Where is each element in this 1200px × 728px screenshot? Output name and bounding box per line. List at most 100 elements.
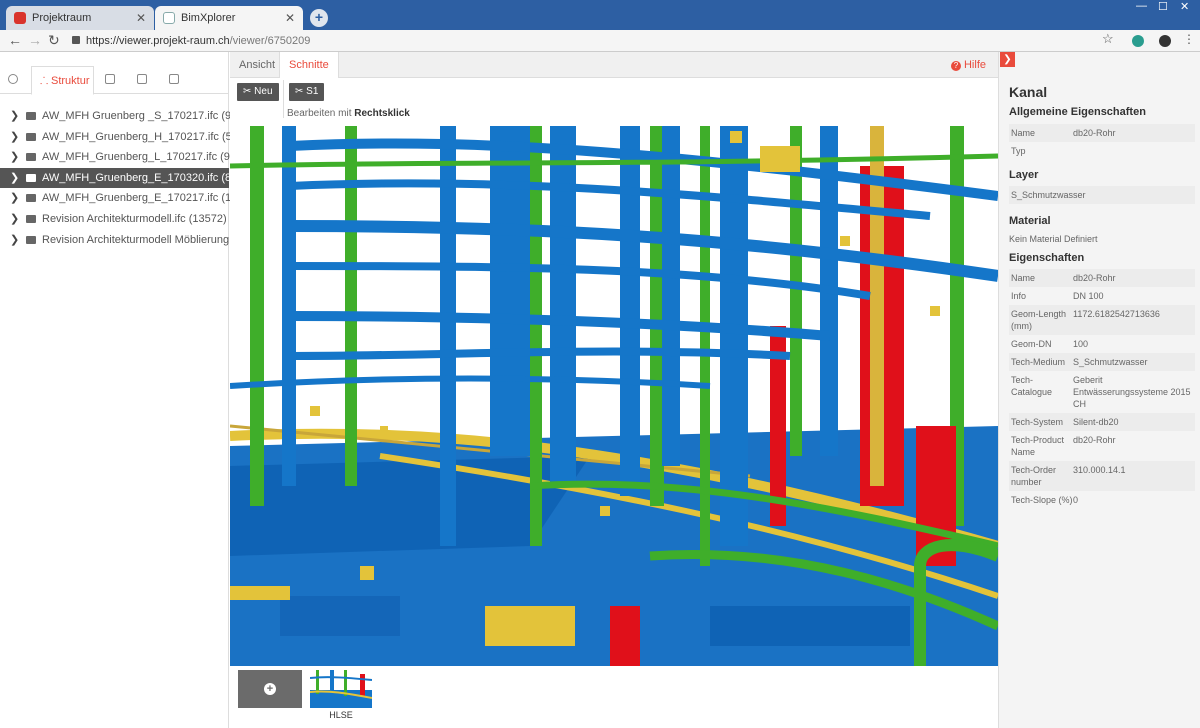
bim-model-render[interactable] — [230, 126, 998, 666]
url-field[interactable]: https://viewer.projekt-raum.ch/viewer/67… — [72, 32, 1122, 50]
browser-tab-projektraum[interactable]: Projektraum ✕ — [6, 6, 154, 30]
property-row: S_Schmutzwasser — [1009, 186, 1195, 204]
property-key: Name — [1011, 273, 1036, 283]
property-key: Name — [1011, 128, 1036, 138]
tree-item-label: AW_MFH Gruenberg _S_170217.ifc (9696) — [42, 110, 254, 122]
chevron-right-icon[interactable]: ❯ — [10, 188, 19, 208]
general-properties-heading: Allgemeine Eigenschaften — [1009, 106, 1146, 118]
chevron-right-icon[interactable]: ❯ — [10, 168, 19, 188]
tree-item-label: AW_MFH_Gruenberg_L_170217.ifc (9988) — [42, 151, 252, 164]
folder-icon — [26, 235, 36, 244]
property-row: Tech-Product Name db20-Rohr — [1009, 431, 1195, 461]
folder-icon — [26, 194, 36, 203]
hierarchy-icon: ⸫ — [40, 76, 51, 87]
property-row: Tech-Catalogue Geberit Entwässerungssyste… — [1009, 371, 1195, 413]
help-icon: ? — [950, 61, 961, 71]
browser-menu-icon[interactable]: ⋮ — [1183, 32, 1195, 46]
chevron-right-icon[interactable]: ❯ — [10, 209, 19, 229]
property-row: Name db20-Rohr — [1009, 269, 1195, 287]
tree-item-selected[interactable]: ❯ AW_MFH_Gruenberg_E_170320.ifc (8499) — [0, 167, 253, 189]
structure-panel: ⸫ Struktur ❯ AW_MFH Gruenberg _S_170217.i… — [0, 52, 272, 728]
element-title: Kanal — [1009, 84, 1048, 100]
tree-item[interactable]: ❯ AW_MFH_Gruenberg_E_170217.ifc (14752) — [0, 188, 259, 209]
tab-struktur[interactable]: ⸫ Struktur — [31, 66, 94, 95]
folder-icon — [26, 173, 36, 182]
property-value: db20-Rohr — [1073, 273, 1116, 283]
tab-ansicht[interactable]: Ansicht — [230, 52, 284, 78]
view-thumbnail-hlse[interactable] — [310, 670, 372, 708]
back-arrow-icon[interactable]: ← — [8, 32, 22, 48]
general-properties-table: Name db20-Rohr Typ — [1009, 124, 1195, 160]
new-section-label: Neu — [254, 86, 273, 97]
3d-viewport[interactable] — [230, 126, 998, 666]
edit-hint-prefix: Bearbeiten mit — [287, 108, 355, 119]
add-view-button[interactable]: + — [238, 670, 302, 708]
edit-hint-bold: Rechtsklick — [354, 108, 410, 119]
browser-tab-label: Projektraum — [32, 12, 92, 24]
tree-item[interactable]: ❯ Revision Architekturmodell.ifc (13572) — [0, 209, 229, 230]
list-icon[interactable] — [137, 74, 147, 102]
tree-item-label: AW_MFH_Gruenberg_E_170320.ifc (8499) — [42, 171, 254, 184]
collapse-panel-icon[interactable]: ❯ — [1000, 52, 1015, 67]
property-key: Tech-Product Name — [1011, 435, 1065, 457]
property-key: Info — [1011, 291, 1027, 301]
property-value: db20-Rohr — [1073, 435, 1116, 445]
profile-avatar-icon[interactable] — [1159, 35, 1171, 47]
property-row: Tech-Slope (%) 0 — [1009, 491, 1195, 509]
edit-hint: Bearbeiten mit Rechtsklick — [287, 108, 410, 119]
reload-icon[interactable]: ↻ — [48, 32, 60, 49]
property-key: Tech-Order number — [1011, 465, 1057, 487]
property-key: Tech-System — [1011, 417, 1064, 427]
material-value: Kein Material Definiert — [1009, 234, 1098, 244]
document-favicon-icon — [163, 12, 175, 24]
folder-icon — [26, 132, 36, 141]
chevron-right-icon[interactable]: ❯ — [10, 230, 19, 250]
close-tab-icon[interactable]: ✕ — [285, 6, 295, 30]
property-row: Name db20-Rohr — [1009, 124, 1195, 142]
extension-icon[interactable] — [1132, 35, 1144, 47]
property-value — [1073, 145, 1193, 157]
tree-item[interactable]: ❯ Revision Architekturmodell Möblierung.i… — [0, 230, 272, 251]
tree-item[interactable]: ❯ AW_MFH_Gruenberg_H_170217.ifc (52264) — [0, 127, 260, 148]
thumbnail-label: HLSE — [329, 710, 353, 720]
help-link[interactable]: ? Hilfe — [950, 52, 986, 78]
bookmark-star-icon[interactable]: ☆ — [1102, 31, 1114, 47]
property-value: 0 — [1073, 495, 1079, 505]
lock-icon — [72, 36, 80, 45]
layer-heading: Layer — [1009, 169, 1039, 181]
close-tab-icon[interactable]: ✕ — [136, 6, 146, 30]
property-row: Info DN 100 — [1009, 287, 1195, 305]
property-value: DN 100 — [1073, 291, 1104, 301]
cube-icon[interactable] — [8, 74, 18, 102]
new-tab-button[interactable]: + — [310, 9, 328, 27]
window-close-icon[interactable]: ✕ — [1180, 0, 1189, 13]
address-bar: ← → ↻ https://viewer.projekt-raum.ch/vie… — [0, 30, 1200, 52]
chevron-right-icon[interactable]: ❯ — [10, 106, 19, 126]
scissors-icon: ✂ — [243, 86, 255, 97]
section-s1-button[interactable]: ✂ S1 — [289, 83, 325, 101]
properties-panel: ❯ Kanal Allgemeine Eigenschaften Name db2… — [998, 52, 1200, 728]
clipboard-icon[interactable] — [169, 74, 179, 102]
material-heading: Material — [1009, 215, 1051, 227]
chevron-right-icon[interactable]: ❯ — [10, 147, 19, 167]
browser-tab-bimxplorer[interactable]: BimXplorer ✕ — [155, 6, 303, 30]
property-row: Geom-DN 100 — [1009, 335, 1195, 353]
browser-tab-label: BimXplorer — [181, 12, 236, 24]
toolbar-divider — [283, 80, 284, 118]
property-key: Tech-Slope (%) — [1011, 495, 1073, 505]
property-value: db20-Rohr — [1073, 128, 1116, 138]
new-section-button[interactable]: ✂ Neu — [237, 83, 279, 101]
grid-icon[interactable] — [105, 74, 115, 102]
url-host: https://viewer.projekt-raum.ch — [86, 35, 230, 47]
tree-item[interactable]: ❯ AW_MFH_Gruenberg_L_170217.ifc (9988) — [0, 147, 252, 168]
tree-item[interactable]: ❯ AW_MFH Gruenberg _S_170217.ifc (9696) — [0, 106, 253, 127]
minimize-icon[interactable]: — — [1136, 0, 1147, 12]
tab-struktur-label: Struktur — [50, 75, 90, 87]
forward-arrow-icon[interactable]: → — [28, 32, 42, 48]
maximize-icon[interactable]: ☐ — [1158, 0, 1168, 13]
properties-heading: Eigenschaften — [1009, 252, 1085, 264]
property-key: Tech-Catalogue — [1011, 375, 1053, 397]
chevron-right-icon[interactable]: ❯ — [10, 127, 19, 147]
layer-row: S_Schmutzwasser — [1009, 186, 1195, 204]
tab-schnitte[interactable]: Schnitte — [279, 52, 339, 79]
